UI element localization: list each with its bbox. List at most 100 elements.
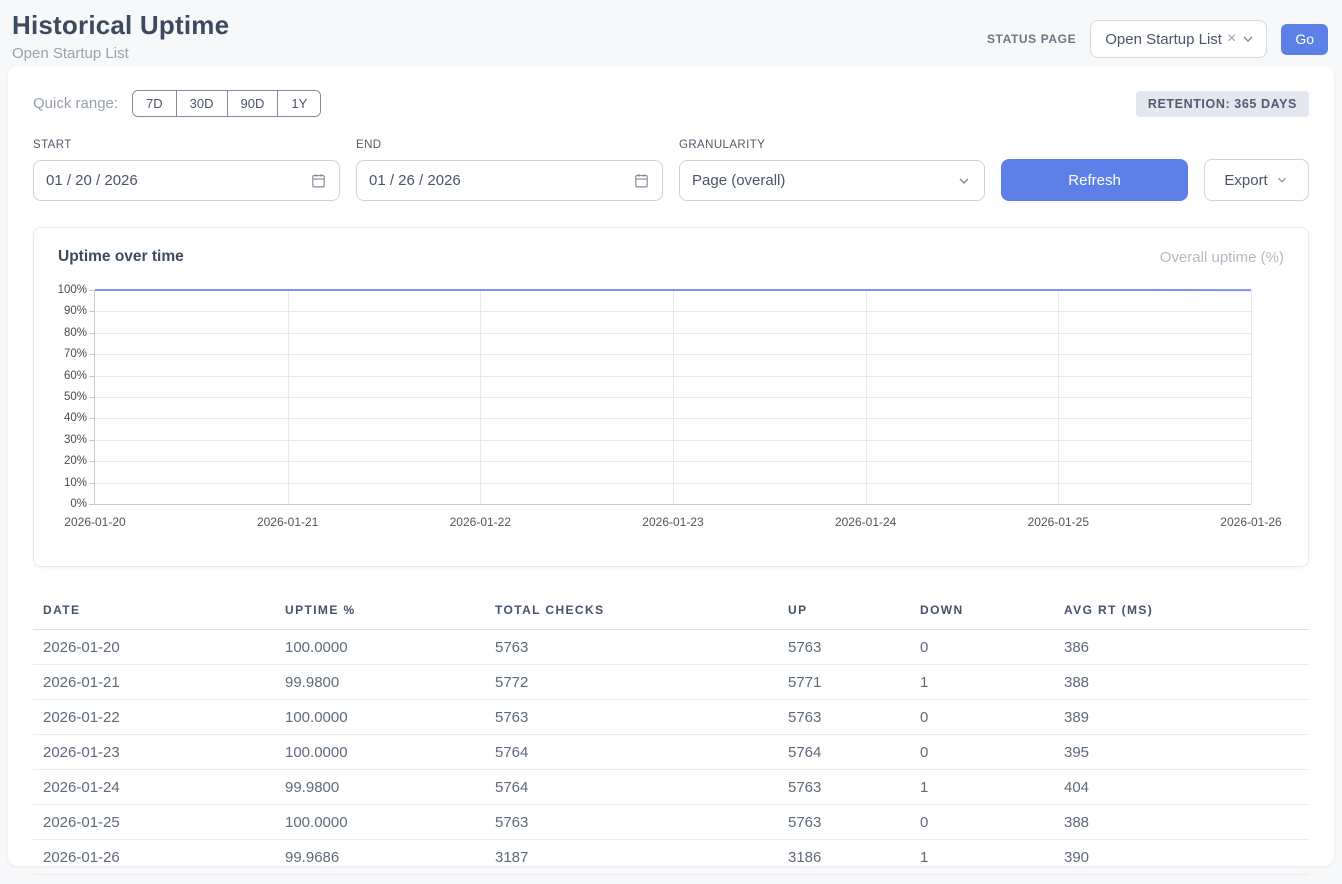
- table-cell: 390: [1056, 840, 1309, 875]
- granularity-label: GRANULARITY: [679, 139, 985, 151]
- page-heading: Historical Uptime Open Startup List: [12, 10, 229, 62]
- end-label: END: [356, 139, 663, 151]
- table-cell: 0: [912, 735, 1056, 770]
- x-axis-label: 2026-01-26: [1220, 515, 1281, 529]
- y-tick: [89, 440, 94, 441]
- table-row: 2026-01-23100.0000576457640395: [33, 735, 1309, 770]
- chart-area: 100%90%80%70%60%50%40%30%20%10%0%2026-01…: [58, 280, 1284, 552]
- v-gridline: [1251, 290, 1252, 504]
- page-subtitle: Open Startup List: [12, 45, 229, 62]
- table-cell: 3187: [487, 840, 780, 875]
- y-axis-label: 60%: [43, 370, 87, 382]
- y-tick: [89, 376, 94, 377]
- statuspage-label: STATUS PAGE: [987, 32, 1076, 46]
- end-date-input-wrap: [356, 160, 663, 201]
- table-header: DATEUPTIME %TOTAL CHECKSUPDOWNAVG RT (MS…: [33, 595, 1309, 630]
- start-date-input[interactable]: [46, 172, 310, 189]
- y-tick: [89, 311, 94, 312]
- table-cell: 5763: [487, 805, 780, 840]
- table-cell: 2026-01-22: [33, 700, 277, 735]
- refresh-button[interactable]: Refresh: [1001, 159, 1188, 201]
- start-label: START: [33, 139, 340, 151]
- calendar-icon[interactable]: [310, 172, 327, 189]
- table-cell: 99.9686: [277, 840, 487, 875]
- table-cell: 5763: [780, 805, 912, 840]
- table-row: 2026-01-25100.0000576357630388: [33, 805, 1309, 840]
- table-cell: 3186: [780, 840, 912, 875]
- table-row: 2026-01-2699.9686318731861390: [33, 840, 1309, 875]
- table-cell: 2026-01-24: [33, 770, 277, 805]
- y-axis-label: 10%: [43, 477, 87, 489]
- go-button[interactable]: Go: [1281, 24, 1328, 55]
- table-cell: 5763: [487, 700, 780, 735]
- y-tick: [89, 504, 94, 505]
- table-row: 2026-01-2199.9800577257711388: [33, 665, 1309, 700]
- uptime-table: DATEUPTIME %TOTAL CHECKSUPDOWNAVG RT (MS…: [33, 595, 1309, 875]
- chart-title: Uptime over time: [58, 248, 184, 266]
- granularity-select[interactable]: Page (overall): [679, 160, 985, 201]
- y-tick: [89, 333, 94, 334]
- calendar-icon[interactable]: [633, 172, 650, 189]
- column-header: DOWN: [912, 595, 1056, 630]
- table-row: 2026-01-20100.0000576357630386: [33, 630, 1309, 665]
- table-cell: 0: [912, 630, 1056, 665]
- quick-range-label: Quick range:: [33, 95, 118, 112]
- x-axis-label: 2026-01-23: [642, 515, 703, 529]
- table-row: 2026-01-2499.9800576457631404: [33, 770, 1309, 805]
- quick-range-button-90d[interactable]: 90D: [227, 91, 278, 116]
- x-axis-label: 2026-01-21: [257, 515, 318, 529]
- table-cell: 99.9800: [277, 665, 487, 700]
- table-cell: 2026-01-20: [33, 630, 277, 665]
- chevron-down-icon: [956, 173, 972, 189]
- column-header: DATE: [33, 595, 277, 630]
- column-header: UP: [780, 595, 912, 630]
- y-tick: [89, 418, 94, 419]
- table-cell: 5763: [780, 770, 912, 805]
- table-cell: 100.0000: [277, 805, 487, 840]
- table-cell: 5764: [487, 770, 780, 805]
- quick-range-button-1y[interactable]: 1Y: [277, 91, 320, 116]
- main-card: Quick range: 7D30D90D1Y RETENTION: 365 D…: [8, 66, 1334, 866]
- y-tick: [89, 354, 94, 355]
- y-tick: [89, 397, 94, 398]
- table-cell: 388: [1056, 665, 1309, 700]
- export-button[interactable]: Export: [1204, 159, 1309, 201]
- column-header: UPTIME %: [277, 595, 487, 630]
- table-cell: 395: [1056, 735, 1309, 770]
- table-cell: 0: [912, 700, 1056, 735]
- end-date-input[interactable]: [369, 172, 633, 189]
- granularity-field: GRANULARITY Page (overall): [679, 139, 985, 201]
- y-axis-label: 90%: [43, 305, 87, 317]
- column-header: TOTAL CHECKS: [487, 595, 780, 630]
- y-axis-label: 0%: [43, 498, 87, 510]
- table-cell: 5763: [780, 630, 912, 665]
- statuspage-selected-value: Open Startup List: [1105, 31, 1222, 48]
- quick-range-button-7d[interactable]: 7D: [133, 91, 176, 116]
- uptime-line-series: [95, 290, 1251, 504]
- start-field: START: [33, 139, 340, 201]
- table-cell: 1: [912, 840, 1056, 875]
- table-cell: 389: [1056, 700, 1309, 735]
- table-cell: 5764: [487, 735, 780, 770]
- uptime-chart-card: Uptime over time Overall uptime (%) 100%…: [33, 227, 1309, 567]
- table-cell: 100.0000: [277, 700, 487, 735]
- y-tick: [89, 483, 94, 484]
- filter-form-row: START END GRANULARITY Page (overall) Ref…: [33, 139, 1309, 201]
- clear-selection-icon[interactable]: ×: [1227, 31, 1236, 47]
- export-button-label: Export: [1224, 172, 1267, 189]
- table-cell: 5763: [487, 630, 780, 665]
- table-cell: 1: [912, 770, 1056, 805]
- x-axis-label: 2026-01-24: [835, 515, 896, 529]
- table-cell: 100.0000: [277, 735, 487, 770]
- table-cell: 2026-01-21: [33, 665, 277, 700]
- x-axis-label: 2026-01-20: [64, 515, 125, 529]
- quick-range-button-30d[interactable]: 30D: [176, 91, 227, 116]
- table-cell: 5772: [487, 665, 780, 700]
- chevron-down-icon: [1275, 173, 1289, 187]
- y-axis-label: 30%: [43, 434, 87, 446]
- table-cell: 386: [1056, 630, 1309, 665]
- y-axis-label: 50%: [43, 391, 87, 403]
- statuspage-select[interactable]: Open Startup List ×: [1090, 20, 1267, 58]
- quick-range-row: Quick range: 7D30D90D1Y RETENTION: 365 D…: [33, 90, 1309, 117]
- table-cell: 0: [912, 805, 1056, 840]
